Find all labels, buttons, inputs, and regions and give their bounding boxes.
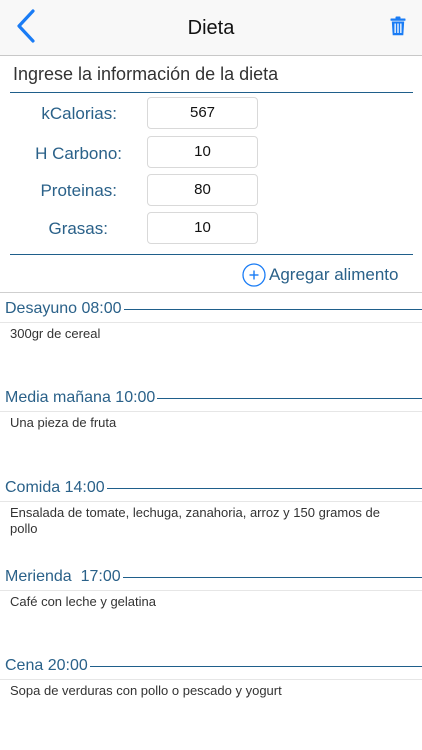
plus-circle-icon xyxy=(242,263,266,287)
meal-header: Merienda 17:00 xyxy=(5,567,422,587)
delete-button[interactable] xyxy=(390,16,406,36)
protein-label: Proteinas: xyxy=(40,181,117,200)
meal-dinner: Cena 20:00 Sopa de verduras con pollo o … xyxy=(0,656,422,744)
meal-header: Comida 14:00 xyxy=(5,478,422,498)
list-divider xyxy=(0,292,422,293)
section-divider xyxy=(10,92,413,93)
section-title: Ingrese la información de la dieta xyxy=(13,64,279,84)
meal-header: Desayuno 08:00 xyxy=(5,299,422,319)
meal-separator xyxy=(0,590,422,591)
meal-lunch: Comida 14:00 Ensalada de tomate, lechuga… xyxy=(0,478,422,566)
meal-title: Comida 14:00 xyxy=(5,479,105,496)
meal-content[interactable]: Ensalada de tomate, lechuga, zanahoria, … xyxy=(10,505,405,537)
meal-header-line xyxy=(89,665,422,667)
meal-separator xyxy=(0,501,422,502)
meal-content[interactable]: Una pieza de fruta xyxy=(10,415,405,431)
meal-header-line xyxy=(106,487,422,489)
carbs-field[interactable]: 10 xyxy=(147,136,258,168)
trash-icon xyxy=(390,16,406,36)
form-divider xyxy=(10,254,413,255)
meal-separator xyxy=(0,411,422,412)
carbs-label: H Carbono: xyxy=(35,144,122,163)
fat-label: Grasas: xyxy=(48,219,108,238)
page-title: Dieta xyxy=(187,17,235,39)
meal-header: Media mañana 10:00 xyxy=(5,388,422,408)
kcal-field[interactable]: 567 xyxy=(147,97,258,129)
meal-header-line xyxy=(123,308,422,310)
meal-content[interactable]: Café con leche y gelatina xyxy=(10,594,405,610)
kcal-label: kCalorias: xyxy=(41,104,117,123)
navigation-bar: Dieta xyxy=(0,0,422,56)
meal-header-line xyxy=(157,397,422,399)
fat-field[interactable]: 10 xyxy=(147,212,258,244)
meal-content[interactable]: Sopa de verduras con pollo o pescado y y… xyxy=(10,683,405,699)
meal-separator xyxy=(0,322,422,323)
meal-header-line xyxy=(122,576,422,578)
meal-title: Cena 20:00 xyxy=(5,657,88,674)
add-food-button[interactable]: Agregar alimento xyxy=(242,262,398,288)
meal-mid-morning: Media mañana 10:00 Una pieza de fruta xyxy=(0,388,422,476)
meal-separator xyxy=(0,679,422,680)
meal-title: Desayuno 08:00 xyxy=(5,300,122,317)
meal-snack: Merienda 17:00 Café con leche y gelatina xyxy=(0,567,422,655)
add-food-label: Agregar alimento xyxy=(269,265,399,284)
meal-title: Media mañana 10:00 xyxy=(5,389,156,406)
meal-content[interactable]: 300gr de cereal xyxy=(10,326,405,342)
protein-field[interactable]: 80 xyxy=(147,174,258,206)
meal-title: Merienda 17:00 xyxy=(5,568,121,585)
meal-header: Cena 20:00 xyxy=(5,656,422,676)
meal-breakfast: Desayuno 08:00 300gr de cereal xyxy=(0,299,422,387)
